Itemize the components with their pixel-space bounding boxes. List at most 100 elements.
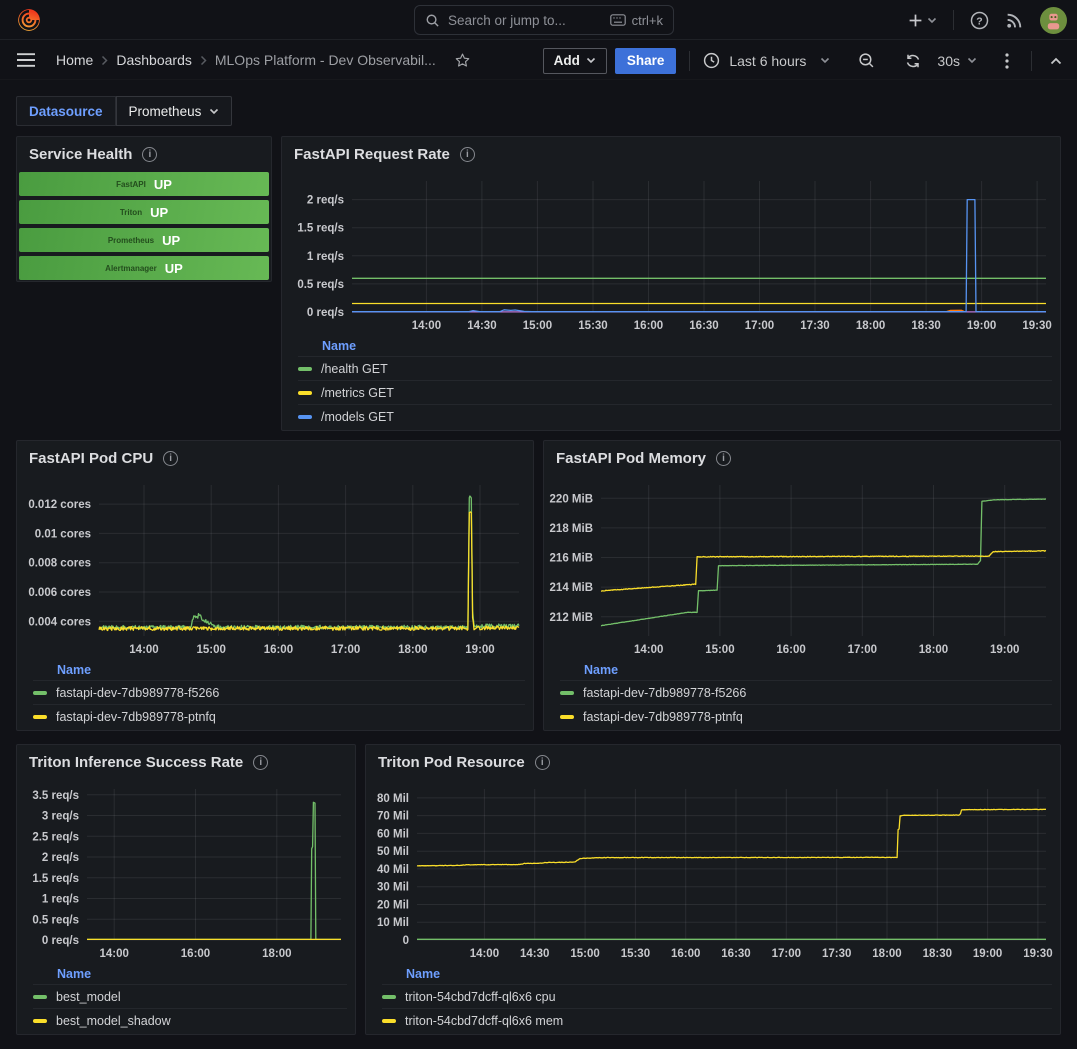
svg-text:16:30: 16:30 <box>689 320 718 332</box>
legend-label: triton-54cbd7dcff-ql6x6 cpu <box>405 989 556 1004</box>
legend-item[interactable]: fastapi-dev-7db989778-ptnfq <box>33 704 525 728</box>
chart-fastapi-pod-memory[interactable]: 14:00 15:00 16:00 17:00 18:00 19:00 212 MiB 214… <box>544 475 1060 660</box>
breadcrumb-current: MLOps Platform - Dev Observabil... <box>214 52 436 68</box>
time-range-picker[interactable]: Last 6 hours <box>703 52 830 69</box>
help-icon[interactable]: ? <box>970 11 989 30</box>
legend-header[interactable]: Name <box>560 660 1052 680</box>
share-button[interactable]: Share <box>614 47 677 74</box>
svg-text:16:00: 16:00 <box>264 644 293 656</box>
svg-text:0.004 cores: 0.004 cores <box>28 616 91 628</box>
svg-text:14:00: 14:00 <box>634 644 663 656</box>
service-name: Prometheus <box>107 235 155 245</box>
zoom-out-button[interactable] <box>858 52 875 69</box>
menu-icon[interactable] <box>16 52 36 68</box>
grafana-logo[interactable] <box>16 7 42 33</box>
panel-title[interactable]: FastAPI Request Rate <box>294 146 450 163</box>
info-icon[interactable]: i <box>534 754 550 770</box>
service-status-triton[interactable]: Triton UP <box>19 200 269 224</box>
svg-text:14:30: 14:30 <box>467 320 496 332</box>
news-icon[interactable] <box>1005 11 1024 30</box>
plus-icon <box>909 14 922 26</box>
info-icon[interactable]: i <box>716 450 732 466</box>
svg-text:14:30: 14:30 <box>520 948 549 960</box>
divider <box>1031 50 1032 71</box>
panel-title[interactable]: FastAPI Pod CPU <box>29 450 153 467</box>
svg-text:10 Mil: 10 Mil <box>377 917 409 929</box>
legend-header[interactable]: Name <box>298 336 1052 356</box>
panel-title[interactable]: FastAPI Pod Memory <box>556 450 706 467</box>
legend-item[interactable]: best_model <box>33 984 347 1008</box>
legend-swatch <box>298 414 312 419</box>
chart-fastapi-pod-cpu[interactable]: 14:00 15:00 16:00 17:00 18:00 19:00 0.004 core… <box>17 475 533 660</box>
chevron-down-icon <box>210 108 219 114</box>
svg-text:19:00: 19:00 <box>990 644 1019 656</box>
service-status-fastapi[interactable]: FastAPI UP <box>19 172 269 196</box>
panel-title[interactable]: Service Health <box>29 146 132 163</box>
svg-text:16:00: 16:00 <box>181 948 210 960</box>
legend-item[interactable]: /models GET <box>298 404 1052 428</box>
legend-swatch <box>298 366 312 371</box>
chevron-down-icon <box>821 57 830 64</box>
legend-item[interactable]: fastapi-dev-7db989778-f5266 <box>33 680 525 704</box>
legend-item[interactable]: /metrics GET <box>298 380 1052 404</box>
svg-text:15:30: 15:30 <box>621 948 650 960</box>
chart-fastapi-request-rate[interactable]: 14:00 14:30 15:00 15:30 16:00 16:30 17:00 17:30… <box>282 171 1060 336</box>
service-status-prometheus[interactable]: Prometheus UP <box>19 228 269 252</box>
svg-text:1 req/s: 1 req/s <box>42 894 79 906</box>
service-status: UP <box>150 204 169 220</box>
favorite-star-icon[interactable] <box>454 52 471 69</box>
kebab-menu[interactable] <box>1005 52 1009 69</box>
search-input[interactable]: Search or jump to... ctrl+k <box>414 5 674 35</box>
panel-fastapi-pod-cpu: FastAPI Pod CPU i 14:00 15:00 16:00 17:00 18… <box>16 440 534 731</box>
search-shortcut: ctrl+k <box>631 12 663 28</box>
info-icon[interactable]: i <box>163 450 179 466</box>
legend-item[interactable]: triton-54cbd7dcff-ql6x6 mem <box>382 1008 1052 1032</box>
legend-header[interactable]: Name <box>33 964 347 984</box>
refresh-picker[interactable]: 30s <box>905 53 977 69</box>
legend-header[interactable]: Name <box>382 964 1052 984</box>
svg-text:70 Mil: 70 Mil <box>377 811 409 823</box>
collapse-toolbar-button[interactable] <box>1050 57 1062 65</box>
legend-swatch <box>382 994 396 999</box>
chart-triton-inference-success-rate[interactable]: 14:00 16:00 18:00 0 req/s 0.5 req/s 1 req/s 1.… <box>17 779 355 964</box>
svg-text:19:00: 19:00 <box>967 320 996 332</box>
user-avatar[interactable] <box>1040 6 1067 34</box>
chart-canvas: 14:00 14:30 15:00 15:30 16:00 16:30 17:00 17:30… <box>297 181 1052 332</box>
info-icon[interactable]: i <box>142 146 158 162</box>
breadcrumb-home[interactable]: Home <box>56 52 93 68</box>
info-icon[interactable]: i <box>253 754 269 770</box>
service-status: UP <box>153 176 172 192</box>
legend-swatch <box>560 690 574 695</box>
service-status-list: FastAPI UP Triton UP Prometheus UP Alertmanage… <box>17 171 271 281</box>
svg-text:218 MiB: 218 MiB <box>550 523 593 535</box>
chart-legend: Name best_model best_model_shadow <box>17 964 355 1034</box>
panel-title[interactable]: Triton Inference Success Rate <box>29 754 243 771</box>
service-status-alertmanager[interactable]: Alertmanager UP <box>19 256 269 280</box>
svg-text:1 req/s: 1 req/s <box>307 251 344 263</box>
svg-text:1.5 req/s: 1.5 req/s <box>297 223 344 235</box>
legend-item[interactable]: fastapi-dev-7db989778-f5266 <box>560 680 1052 704</box>
legend-item[interactable]: triton-54cbd7dcff-ql6x6 cpu <box>382 984 1052 1008</box>
legend-item[interactable]: /health GET <box>298 356 1052 380</box>
variables-row: Datasource Prometheus <box>16 96 233 126</box>
chart-canvas: 14:00 15:00 16:00 17:00 18:00 19:00 212 MiB 214… <box>550 485 1047 656</box>
legend-item[interactable]: fastapi-dev-7db989778-ptnfq <box>560 704 1052 728</box>
chart-triton-pod-resource[interactable]: 14:00 14:30 15:00 15:30 16:00 16:30 17:00 17:30… <box>366 779 1060 964</box>
breadcrumb-dashboards[interactable]: Dashboards <box>116 52 192 68</box>
legend-header[interactable]: Name <box>33 660 525 680</box>
svg-text:0.5 req/s: 0.5 req/s <box>297 279 344 291</box>
add-button[interactable]: Add <box>542 47 607 74</box>
panel-title[interactable]: Triton Pod Resource <box>378 754 525 771</box>
svg-text:14:00: 14:00 <box>470 948 499 960</box>
panel-triton-pod-resource: Triton Pod Resource i 14:00 14:30 15:00 15:… <box>365 744 1061 1035</box>
legend-item[interactable]: best_model_shadow <box>33 1008 347 1032</box>
series-line <box>416 808 1047 867</box>
info-icon[interactable]: i <box>459 146 475 162</box>
svg-text:17:00: 17:00 <box>772 948 801 960</box>
chevron-right-icon <box>200 55 207 65</box>
refresh-icon <box>907 54 920 67</box>
datasource-picker[interactable]: Prometheus <box>115 96 233 126</box>
chevron-down-icon <box>927 17 937 23</box>
panel-fastapi-request-rate: FastAPI Request Rate i 14:00 14:30 15:00 15… <box>281 136 1061 431</box>
new-button[interactable] <box>908 13 937 28</box>
